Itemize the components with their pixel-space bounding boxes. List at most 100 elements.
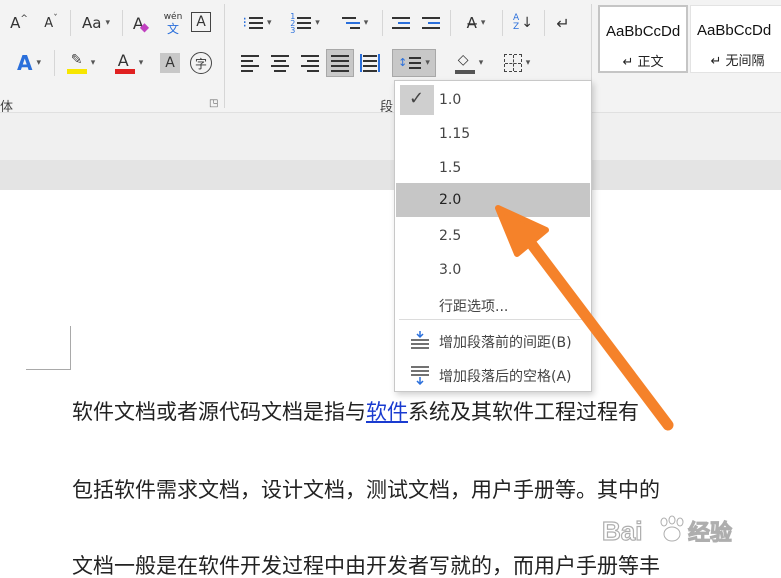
chevron-down-icon: ▾ (36, 58, 41, 68)
highlight-color-button[interactable]: ✎ ▾ (60, 50, 102, 76)
checkmark-icon: ✓ (400, 85, 434, 115)
chevron-down-icon: ▾ (90, 58, 96, 68)
paragraph-mark-icon: ↵ (556, 13, 570, 33)
spacing-option-3-0[interactable]: 3.0 (396, 253, 590, 287)
grow-font-button[interactable]: A ^ (6, 10, 32, 36)
spacing-option-1-0[interactable]: ✓ 1.0 (396, 83, 590, 117)
style-normal[interactable]: AaBbCcDd ↵ 正文 (598, 5, 688, 73)
style-sample: AaBbCcDd (606, 23, 681, 40)
paw-icon (660, 515, 684, 542)
phonetic-guide-button[interactable]: wén 文 (160, 8, 186, 38)
watermark-logo: Bai 经验 (601, 515, 732, 546)
option-label: 增加段落后的空格(A) (439, 369, 572, 385)
bullet-list-icon: ⁝ (242, 15, 247, 31)
increase-indent-icon (422, 17, 440, 29)
hyperlink-software[interactable]: 软件 (366, 400, 408, 424)
spacing-option-2-0[interactable]: 2.0 (396, 183, 590, 217)
change-case-icon: Aa (82, 14, 102, 32)
chevron-down-icon: ▾ (478, 58, 484, 68)
font-color-button[interactable]: A ▾ (108, 50, 150, 76)
group-divider (224, 4, 225, 108)
borders-icon (503, 54, 522, 72)
bullets-button[interactable]: ⁝ ▾ (236, 10, 278, 36)
spacing-option-1-15[interactable]: 1.15 (396, 117, 590, 151)
option-label: 2.0 (439, 192, 462, 208)
font-color-letter: A (117, 51, 129, 70)
enclose-characters-icon: 字 (194, 56, 207, 71)
borders-button[interactable]: ▾ (496, 50, 538, 76)
body-text: 包括软件需求文档，设计文档，测试文档，用户手册等。其中的 (72, 478, 660, 502)
character-shading-button[interactable]: A (160, 53, 180, 73)
style-no-spacing[interactable]: AaBbCcDd ↵ 无间隔 (690, 5, 781, 73)
enclose-characters-button[interactable]: 字 (190, 52, 212, 74)
add-space-after-item[interactable]: 增加段落后的空格(A) (396, 357, 590, 391)
option-label: 增加段落前的间距(B) (439, 335, 572, 351)
style-name: ↵ 正文 (622, 55, 664, 70)
phonetic-char: 文 (166, 22, 179, 36)
option-label: 1.5 (439, 160, 462, 176)
spacing-option-1-5[interactable]: 1.5 (396, 151, 590, 185)
menu-divider (399, 319, 587, 320)
paragraph-line-3[interactable]: 文档一般是在软件开发过程中由开发者写就的，而用户手册等丰 (72, 550, 660, 578)
text-effects-icon: A (16, 51, 33, 75)
add-space-before-item[interactable]: 增加段落前的间距(B) (396, 323, 590, 357)
align-left-button[interactable] (238, 50, 262, 76)
align-right-icon (301, 54, 319, 72)
shading-button[interactable]: ◇ ▾ (448, 50, 490, 76)
align-right-button[interactable] (298, 50, 322, 76)
watermark-suffix: 经验 (688, 520, 732, 546)
change-case-button[interactable]: Aa ▾ (76, 10, 116, 36)
decrease-indent-icon (392, 17, 410, 29)
option-label: 行距选项... (439, 299, 509, 315)
clear-formatting-button[interactable]: A ◆ (128, 10, 154, 36)
check-glyph: ✓ (409, 88, 425, 109)
align-left-icon (241, 54, 259, 72)
chevron-down-icon: ▾ (480, 18, 486, 28)
multilevel-list-button[interactable]: ▾ (334, 10, 376, 36)
line-spacing-icon: ↕ (398, 57, 422, 69)
text-direction-button[interactable]: A̶ ▾ (456, 10, 496, 36)
page-margin-marker (70, 326, 71, 370)
show-paragraph-marks-button[interactable]: ↵ (550, 10, 576, 36)
sort-button[interactable]: A Z ↓ (508, 10, 538, 36)
increase-indent-button[interactable] (418, 10, 444, 36)
font-dialog-launcher-icon[interactable]: ◳ (209, 98, 218, 109)
divider (122, 10, 123, 36)
body-text: 软件文档或者源代码文档是指与 (72, 400, 366, 424)
font-color-icon: A (114, 51, 135, 74)
chevron-down-icon: ▾ (138, 58, 144, 68)
text-direction-icon: A̶ (466, 14, 477, 32)
distributed-icon (360, 54, 380, 72)
space-before-icon (411, 331, 429, 349)
option-label: 2.5 (439, 228, 462, 244)
align-center-icon (271, 54, 289, 72)
justify-button[interactable] (326, 49, 354, 77)
text-effects-button[interactable]: A ▾ (8, 50, 50, 76)
eraser-icon: ◆ (139, 20, 150, 34)
chevron-down-icon: ▾ (105, 18, 110, 28)
decrease-indent-button[interactable] (388, 10, 414, 36)
watermark-brand: Bai (602, 516, 642, 546)
chevron-down-icon: ▾ (266, 18, 272, 28)
divider (502, 10, 503, 36)
line-spacing-button[interactable]: ↕ ▾ (392, 49, 436, 77)
divider (450, 10, 451, 36)
paragraph-line-1[interactable]: 软件文档或者源代码文档是指与软件系统及其软件工程过程有 (72, 396, 639, 426)
numbering-button[interactable]: 1 2 3 ▾ (284, 10, 326, 36)
paragraph-line-2[interactable]: 包括软件需求文档，设计文档，测试文档，用户手册等。其中的 (72, 474, 660, 504)
line-spacing-options-item[interactable]: 行距选项... (396, 287, 590, 321)
body-text: 文档一般是在软件开发过程中由开发者写就的，而用户手册等丰 (72, 554, 660, 578)
divider (382, 10, 383, 36)
distributed-button[interactable] (358, 50, 382, 76)
align-center-button[interactable] (268, 50, 292, 76)
line-spacing-menu: ✓ 1.0 1.15 1.5 2.0 2.5 3.0 行距选项... 增加段落前… (394, 80, 592, 392)
character-border-button[interactable]: A (191, 12, 211, 32)
paint-bucket-icon: ◇ (454, 52, 475, 74)
divider (54, 50, 55, 76)
spacing-option-2-5[interactable]: 2.5 (396, 219, 590, 253)
highlighter-icon: ✎ (66, 52, 87, 74)
option-label: 1.0 (439, 92, 462, 108)
chevron-down-icon: ▾ (525, 58, 531, 68)
shrink-font-button[interactable]: Aˇ (38, 10, 64, 36)
document-canvas-gray (0, 160, 781, 190)
